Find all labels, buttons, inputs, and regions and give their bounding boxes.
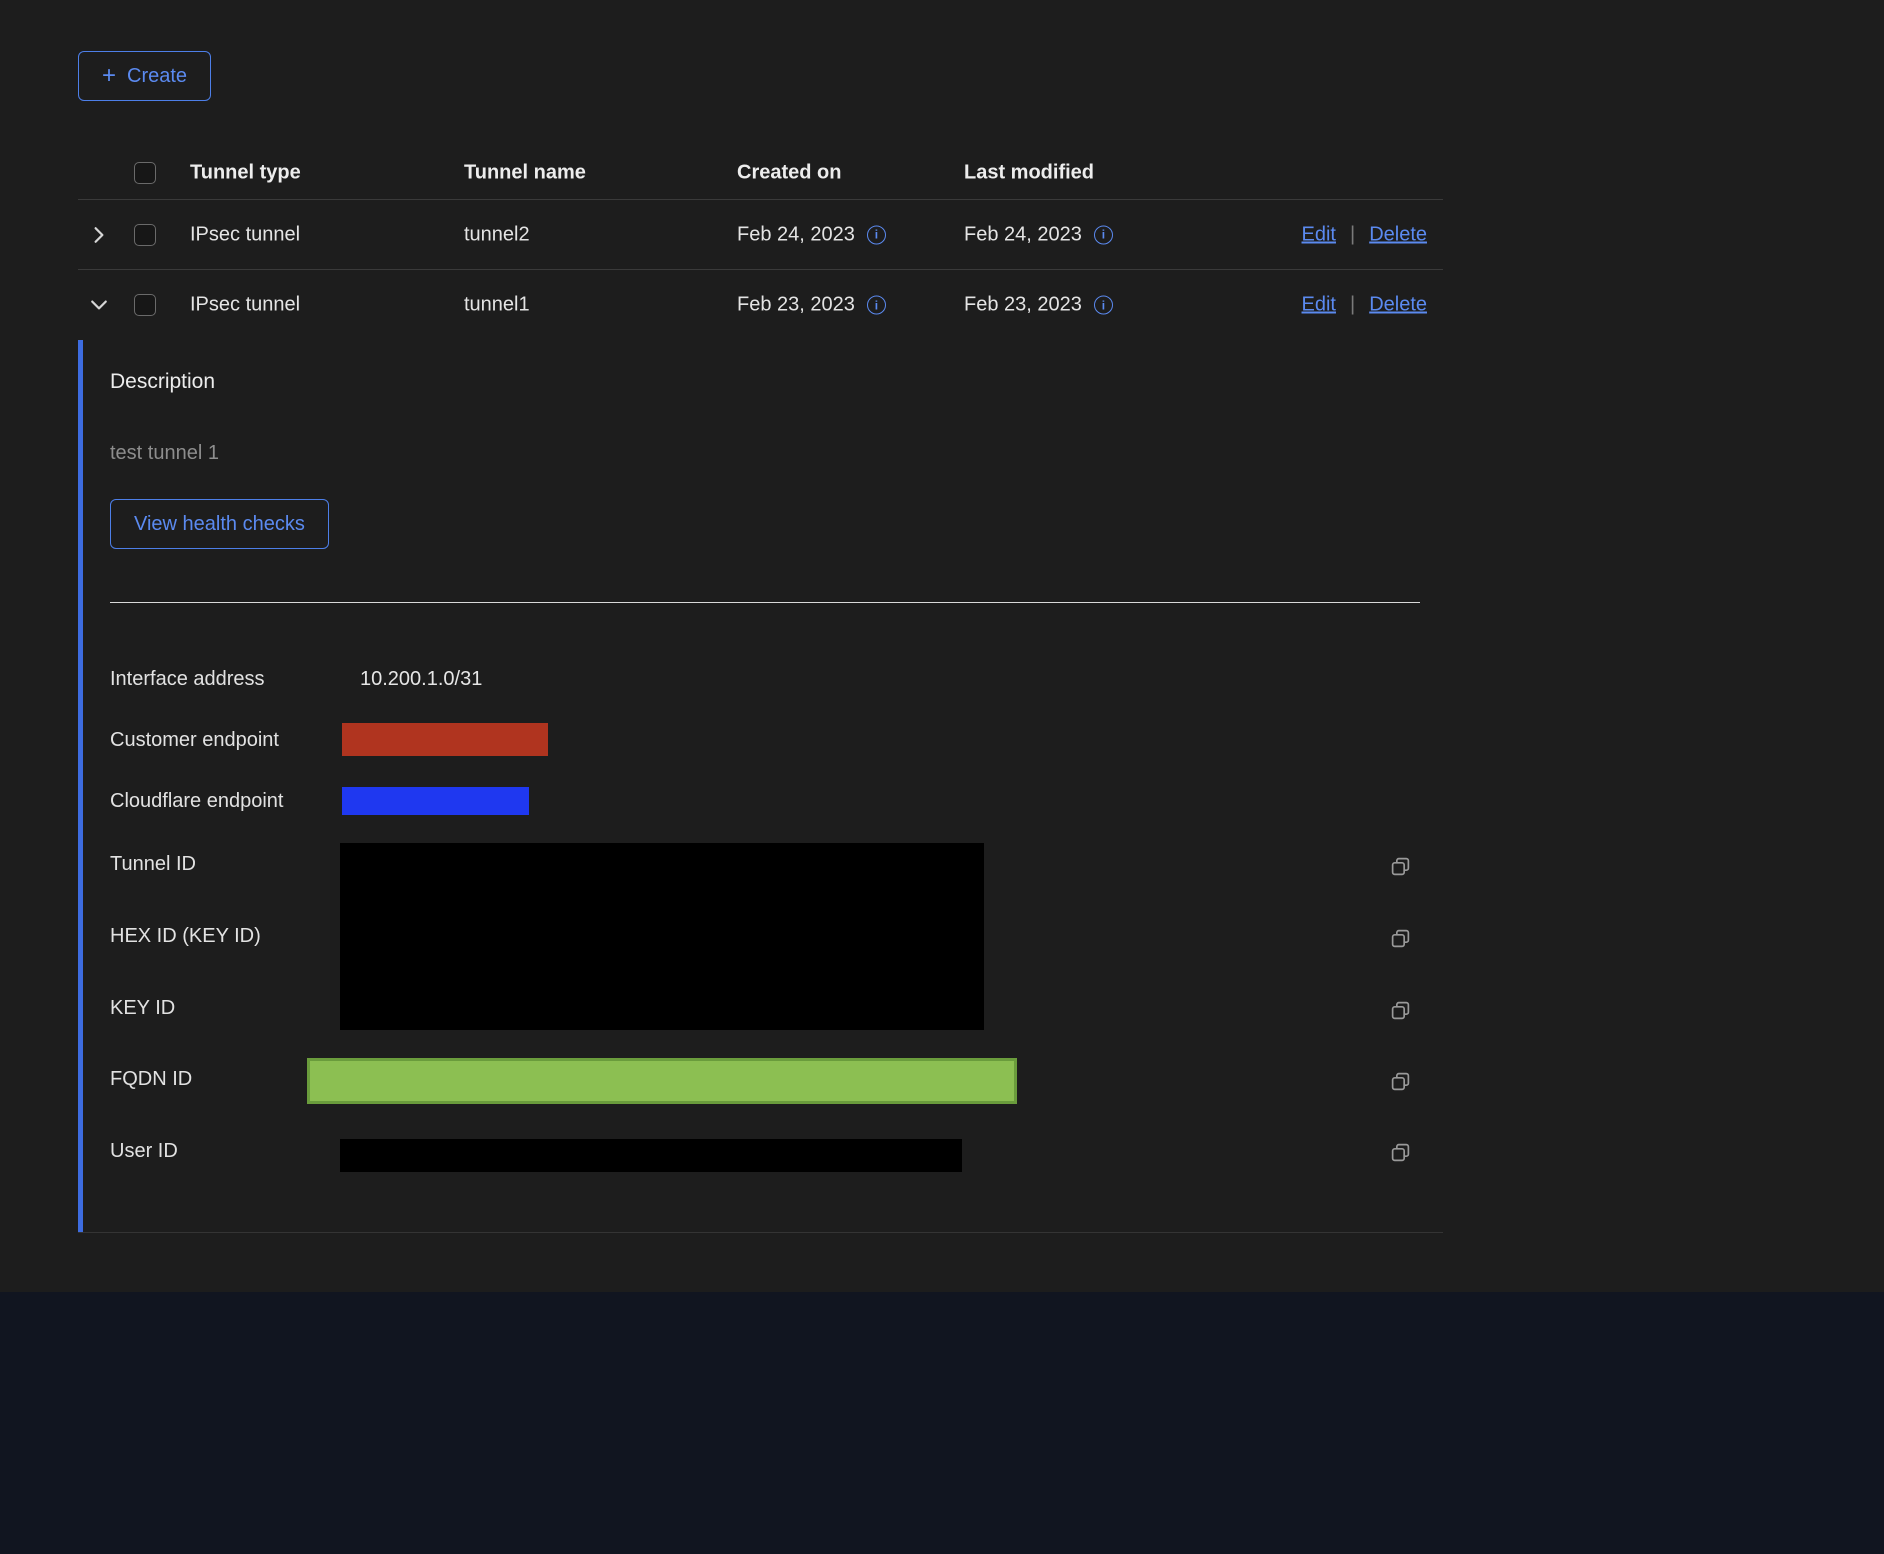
row-actions: Edit | Delete (1302, 294, 1427, 317)
tunnel-name-cell: tunnel2 (464, 223, 530, 246)
copy-user-id-button[interactable] (1389, 1141, 1412, 1164)
last-modified-date: Feb 23, 2023 (964, 294, 1082, 317)
ids-redacted-block (340, 843, 984, 1030)
cloudflare-endpoint-label: Cloudflare endpoint (110, 788, 283, 814)
last-modified-date: Feb 24, 2023 (964, 223, 1082, 246)
view-health-checks-label: View health checks (134, 513, 305, 536)
header-tunnel-name: Tunnel name (464, 162, 586, 185)
created-on-date: Feb 23, 2023 (737, 294, 855, 317)
customer-endpoint-label: Customer endpoint (110, 727, 279, 753)
info-icon[interactable]: i (867, 225, 886, 244)
header-tunnel-type: Tunnel type (190, 162, 301, 185)
info-icon[interactable]: i (1094, 225, 1113, 244)
user-id-label: User ID (110, 1138, 178, 1164)
collapse-chevron-down-icon[interactable] (86, 292, 112, 318)
table-row: IPsec tunnel tunnel1 Feb 23, 2023 i Feb … (78, 270, 1443, 340)
created-on-cell: Feb 24, 2023 i (737, 223, 886, 246)
interface-address-value: 10.200.1.0/31 (360, 666, 482, 692)
create-button[interactable]: + Create (78, 51, 211, 101)
tunnel-name-cell: tunnel1 (464, 294, 530, 317)
description-value: test tunnel 1 (110, 440, 219, 466)
tunnel-type-cell: IPsec tunnel (190, 223, 300, 246)
interface-address-label: Interface address (110, 666, 265, 692)
info-icon[interactable]: i (867, 296, 886, 315)
header-created-on: Created on (737, 162, 841, 185)
action-separator: | (1350, 294, 1355, 317)
hex-id-label: HEX ID (KEY ID) (110, 923, 261, 949)
tunnel-id-label: Tunnel ID (110, 851, 196, 877)
select-all-checkbox[interactable] (134, 162, 156, 184)
detail-divider (110, 602, 1420, 603)
copy-icon (1390, 1071, 1411, 1092)
row-actions: Edit | Delete (1302, 223, 1427, 246)
delete-link[interactable]: Delete (1369, 223, 1427, 246)
expand-chevron-right-icon[interactable] (86, 222, 112, 248)
created-on-cell: Feb 23, 2023 i (737, 294, 886, 317)
table-header-row: Tunnel type Tunnel name Created on Last … (78, 147, 1443, 200)
copy-icon (1390, 928, 1411, 949)
edit-link[interactable]: Edit (1302, 223, 1336, 246)
copy-hex-id-button[interactable] (1389, 927, 1412, 950)
created-on-date: Feb 24, 2023 (737, 223, 855, 246)
user-id-redacted-value (340, 1139, 962, 1172)
cloudflare-endpoint-redacted-value (342, 787, 529, 815)
row-checkbox[interactable] (134, 224, 156, 246)
panel-bottom-divider (78, 1232, 1443, 1233)
copy-icon (1390, 1000, 1411, 1021)
description-label: Description (110, 369, 215, 395)
copy-fqdn-id-button[interactable] (1389, 1070, 1412, 1093)
header-last-modified: Last modified (964, 162, 1094, 185)
fqdn-id-label: FQDN ID (110, 1066, 192, 1092)
last-modified-cell: Feb 23, 2023 i (964, 294, 1113, 317)
row-checkbox[interactable] (134, 294, 156, 316)
info-icon[interactable]: i (1094, 296, 1113, 315)
tunnels-page: + Create Tunnel type Tunnel name Created… (0, 0, 1884, 1554)
copy-key-id-button[interactable] (1389, 999, 1412, 1022)
plus-icon: + (102, 64, 116, 88)
tunnel-type-cell: IPsec tunnel (190, 294, 300, 317)
copy-icon (1390, 856, 1411, 877)
create-button-label: Create (127, 65, 187, 88)
key-id-label: KEY ID (110, 995, 175, 1021)
view-health-checks-button[interactable]: View health checks (110, 499, 329, 549)
copy-icon (1390, 1142, 1411, 1163)
table-row: IPsec tunnel tunnel2 Feb 24, 2023 i Feb … (78, 200, 1443, 270)
expanded-row-accent-bar (78, 340, 83, 1233)
last-modified-cell: Feb 24, 2023 i (964, 223, 1113, 246)
fqdn-id-redacted-value (307, 1058, 1017, 1104)
customer-endpoint-redacted-value (342, 723, 548, 756)
copy-tunnel-id-button[interactable] (1389, 855, 1412, 878)
footer-band (0, 1292, 1884, 1554)
delete-link[interactable]: Delete (1369, 294, 1427, 317)
action-separator: | (1350, 223, 1355, 246)
edit-link[interactable]: Edit (1302, 294, 1336, 317)
